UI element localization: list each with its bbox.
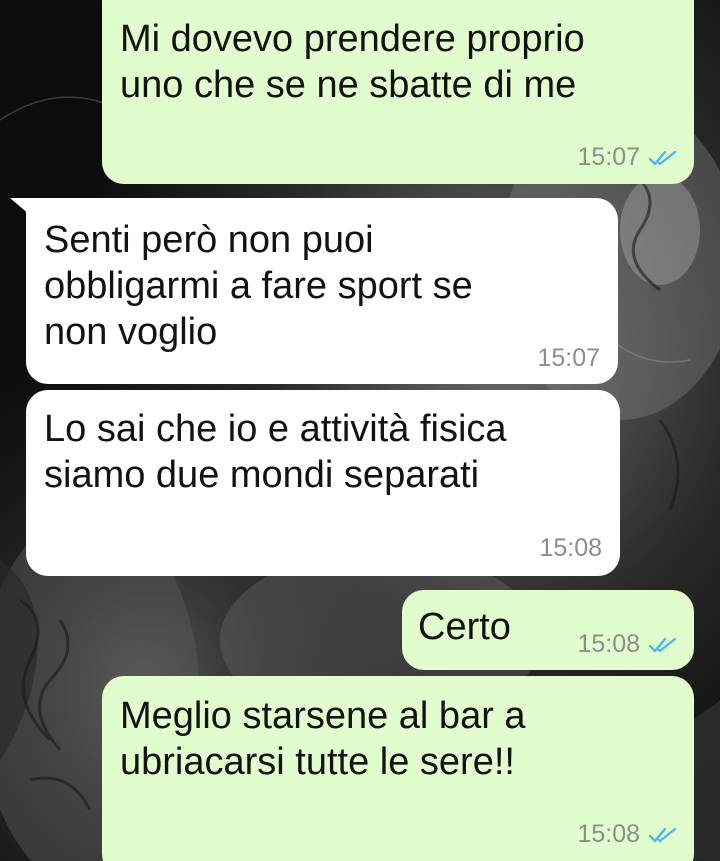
- message-text: Meglio starsene al bar a ubriacarsi tutt…: [120, 695, 526, 783]
- message-meta: 15:08: [577, 630, 678, 659]
- double-check-icon: [648, 637, 677, 652]
- message-meta: 15:07: [577, 143, 678, 172]
- message-meta: 15:08: [577, 820, 678, 849]
- message-bubble-outgoing[interactable]: Meglio starsene al bar a ubriacarsi tutt…: [102, 676, 694, 861]
- message-text: Lo sai che io e attività fisica siamo du…: [44, 408, 507, 496]
- message-timestamp: 15:07: [577, 143, 640, 171]
- message-text: Mi dovevo prendere proprio uno che se ne…: [120, 18, 585, 106]
- message-timestamp: 15:08: [539, 534, 602, 562]
- message-text: Senti però non puoi obbligarmi a fare sp…: [44, 219, 473, 353]
- message-text: Certo: [418, 606, 511, 648]
- message-timestamp: 15:08: [577, 820, 640, 848]
- double-check-icon: [648, 150, 677, 165]
- message-timestamp: 15:07: [537, 344, 600, 372]
- message-timestamp: 15:08: [577, 630, 640, 658]
- message-meta: 15:08: [539, 534, 602, 563]
- message-bubble-outgoing[interactable]: Certo 15:08: [402, 590, 694, 670]
- message-meta: 15:07: [537, 344, 600, 373]
- message-bubble-outgoing[interactable]: Mi dovevo prendere proprio uno che se ne…: [102, 0, 694, 184]
- message-bubble-incoming[interactable]: Lo sai che io e attività fisica siamo du…: [26, 390, 620, 576]
- message-bubble-incoming[interactable]: Senti però non puoi obbligarmi a fare sp…: [26, 198, 618, 384]
- double-check-icon: [648, 827, 677, 842]
